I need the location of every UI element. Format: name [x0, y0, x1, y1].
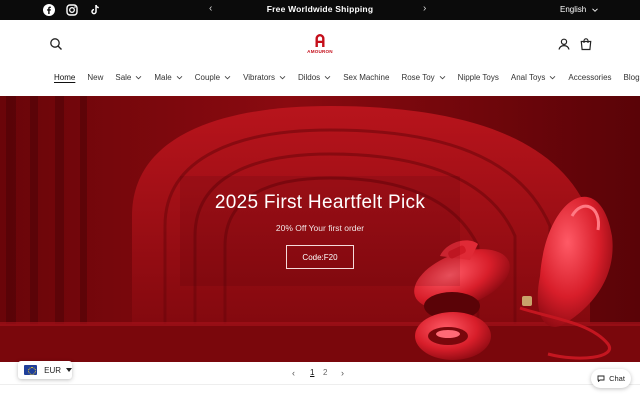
language-selector[interactable]: English	[560, 5, 599, 14]
account-icon[interactable]	[557, 37, 571, 51]
logo-wordmark: AMOURON	[307, 49, 333, 54]
promo-code-button[interactable]: Code:F20	[286, 245, 354, 269]
search-icon[interactable]	[49, 37, 63, 51]
slide-prev-button[interactable]: ‹	[292, 368, 295, 378]
site-header: AMOURON Home New Sale Male Couple Vibrat…	[0, 20, 640, 96]
nav-item-sale[interactable]: Sale	[115, 73, 142, 82]
hero-banner: 2025 First Heartfelt Pick 20% Off Your f…	[0, 96, 640, 362]
nav-item-dildos[interactable]: Dildos	[298, 73, 331, 82]
chat-bubble-icon	[597, 375, 605, 382]
cart-icon[interactable]	[579, 37, 593, 51]
slide-page-1[interactable]: 1	[310, 368, 314, 377]
eu-flag-icon	[24, 365, 38, 375]
chevron-down-icon	[136, 75, 142, 80]
nav-item-new[interactable]: New	[87, 73, 103, 82]
nav-item-blogs[interactable]: Blogs	[624, 73, 640, 82]
nav-item-sex-machine[interactable]: Sex Machine	[343, 73, 389, 82]
nav-item-vibrators[interactable]: Vibrators	[243, 73, 286, 82]
chevron-down-icon	[176, 75, 183, 80]
hero-title: 2025 First Heartfelt Pick	[214, 192, 426, 213]
caret-down-icon	[66, 368, 72, 372]
logo-mark-icon	[315, 34, 325, 47]
language-label: English	[560, 5, 587, 14]
nav-item-male[interactable]: Male	[154, 73, 183, 82]
announcement-next-arrow[interactable]: ›	[423, 3, 426, 14]
chevron-down-icon	[279, 75, 286, 80]
hero-subtitle: 20% Off Your first order	[275, 223, 365, 233]
nav-item-rose-toy[interactable]: Rose Toy	[401, 73, 445, 82]
announcement-bar: ‹ Free Worldwide Shipping › English	[0, 0, 640, 20]
site-logo[interactable]: AMOURON	[305, 32, 335, 54]
chat-button[interactable]: Chat	[591, 369, 631, 388]
chat-label: Chat	[609, 374, 625, 383]
nav-item-couple[interactable]: Couple	[195, 73, 231, 82]
nav-item-nipple-toys[interactable]: Nipple Toys	[458, 73, 499, 82]
currency-selector[interactable]: EUR	[18, 361, 72, 379]
main-navigation: Home New Sale Male Couple Vibrators Dild…	[54, 73, 640, 82]
chevron-down-icon	[550, 75, 556, 80]
currency-code: EUR	[44, 365, 61, 375]
announcement-message: Free Worldwide Shipping	[266, 4, 374, 14]
slide-next-button[interactable]: ›	[341, 368, 344, 378]
nav-item-accessories[interactable]: Accessories	[568, 73, 611, 82]
slideshow-controls: ‹ 1 2 ›	[0, 362, 640, 385]
chevron-down-icon	[439, 75, 445, 80]
nav-item-anal-toys[interactable]: Anal Toys	[511, 73, 557, 82]
chevron-down-icon	[224, 75, 231, 80]
slide-page-2[interactable]: 2	[323, 368, 327, 377]
chevron-down-icon	[324, 75, 331, 80]
nav-item-home[interactable]: Home	[54, 73, 75, 82]
chevron-down-icon	[592, 7, 599, 12]
